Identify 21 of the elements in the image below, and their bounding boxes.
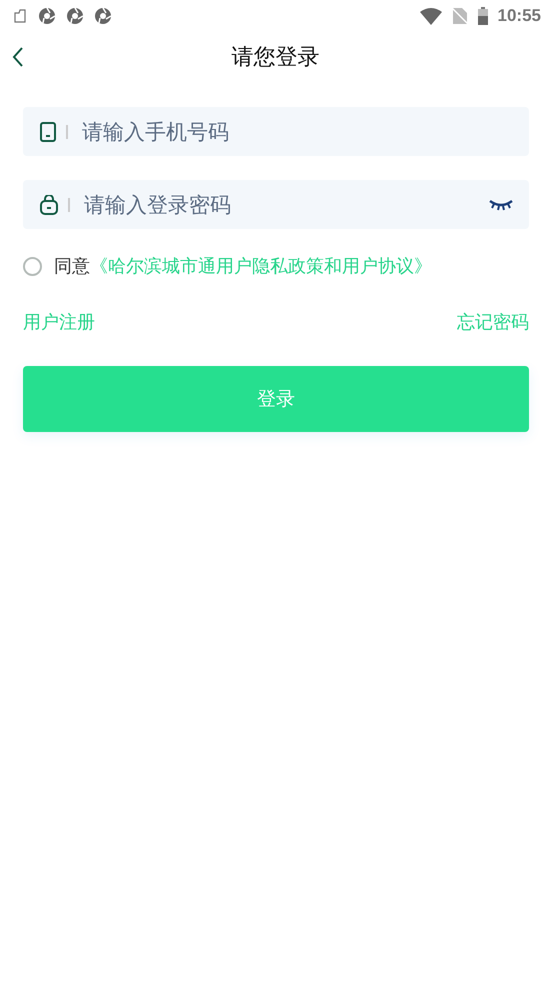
- lock-icon: [40, 194, 58, 214]
- agreement-link[interactable]: 《哈尔滨城市通用户隐私政策和用户协议》: [90, 254, 432, 278]
- text-input[interactable]: 请输入手机号码: [80, 118, 513, 144]
- login-button[interactable]: 登录: [23, 366, 529, 432]
- closed-eye-icon[interactable]: [489, 198, 513, 210]
- aperture-icon: [66, 7, 84, 25]
- no-sim-icon: [452, 7, 468, 25]
- forgot-password-link[interactable]: 忘记密码: [457, 310, 529, 334]
- phone-icon: [40, 122, 56, 142]
- aperture-icon: [38, 7, 56, 25]
- battery-icon: [478, 7, 488, 25]
- input-field[interactable]: 请输入手机号码: [23, 107, 529, 156]
- agree-label: 同意: [54, 255, 90, 278]
- status-time: 10:55: [498, 6, 541, 26]
- input-field[interactable]: 请输入登录密码: [23, 180, 529, 229]
- page-title: 请您登录: [232, 44, 320, 72]
- register-link[interactable]: 用户注册: [23, 310, 95, 334]
- aperture-icon: [94, 7, 112, 25]
- text-input[interactable]: 请输入登录密码: [82, 192, 489, 218]
- wifi-icon: [420, 8, 442, 24]
- agree-radio[interactable]: [23, 256, 42, 276]
